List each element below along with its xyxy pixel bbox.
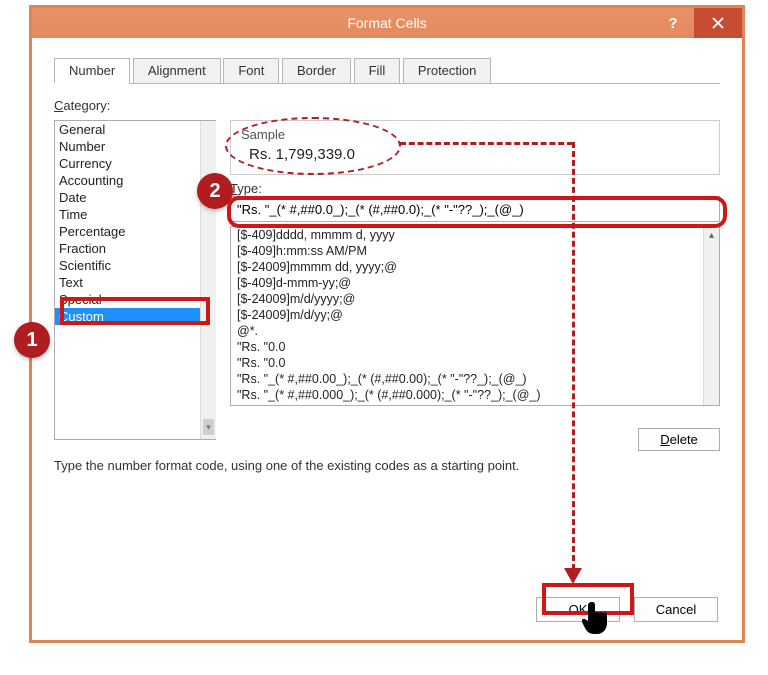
cat-date[interactable]: Date (55, 189, 216, 206)
cat-percentage[interactable]: Percentage (55, 223, 216, 240)
sample-value: Rs. 1,799,339.0 (249, 146, 709, 163)
format-scrollbar[interactable]: ▴ (703, 227, 719, 405)
list-item[interactable]: [$-409]d-mmm-yy;@ (231, 275, 719, 291)
cat-custom[interactable]: Custom (55, 308, 216, 325)
list-item[interactable]: "Rs. "_(* #,##0.000_);_(* (#,##0.000);_(… (231, 387, 719, 403)
close-button[interactable] (694, 8, 742, 38)
list-item[interactable]: [$-24009]m/d/yyyy;@ (231, 291, 719, 307)
cat-fraction[interactable]: Fraction (55, 240, 216, 257)
cat-general[interactable]: General (55, 121, 216, 138)
list-item[interactable]: "Rs. "_(* #,##0.00_);_(* (#,##0.00);_(* … (231, 371, 719, 387)
list-item[interactable]: [$-24009]m/d/yy;@ (231, 307, 719, 323)
tab-font[interactable]: Font (223, 58, 279, 83)
category-label: Category: (54, 98, 720, 113)
type-label: Type: (230, 181, 720, 196)
list-item[interactable]: @*. (231, 323, 719, 339)
scroll-up-icon: ▴ (704, 227, 719, 243)
titlebar: Format Cells ? (32, 8, 742, 38)
tab-fill[interactable]: Fill (354, 58, 401, 83)
tab-alignment[interactable]: Alignment (133, 58, 221, 83)
category-scrollbar[interactable]: ▾ (200, 121, 216, 439)
dialog-title: Format Cells (347, 15, 426, 31)
cat-time[interactable]: Time (55, 206, 216, 223)
cat-special[interactable]: Special (55, 291, 216, 308)
step-1-badge: 1 (14, 322, 50, 358)
cat-number[interactable]: Number (55, 138, 216, 155)
cancel-button[interactable]: Cancel (634, 597, 718, 622)
sample-label: Sample (241, 127, 709, 142)
tab-protection[interactable]: Protection (403, 58, 492, 83)
category-listbox[interactable]: General Number Currency Accounting Date … (54, 120, 216, 440)
list-item[interactable]: "Rs. "0.0 (231, 355, 719, 371)
hint-text: Type the number format code, using one o… (54, 458, 519, 473)
list-item[interactable]: "Rs. "0.0 (231, 339, 719, 355)
tabstrip: Number Alignment Font Border Fill Protec… (54, 58, 720, 84)
step-2-badge: 2 (197, 173, 233, 209)
format-cells-dialog: Format Cells ? Number Alignment Font Bor… (29, 5, 745, 643)
cat-text[interactable]: Text (55, 274, 216, 291)
delete-button[interactable]: Delete (638, 428, 720, 451)
tab-border[interactable]: Border (282, 58, 351, 83)
format-listbox[interactable]: [$-409]dddd, mmmm d, yyyy [$-409]h:mm:ss… (230, 226, 720, 406)
sample-panel: Sample Rs. 1,799,339.0 (230, 120, 720, 175)
cat-currency[interactable]: Currency (55, 155, 216, 172)
scroll-down-icon: ▾ (203, 419, 214, 435)
type-input[interactable] (230, 196, 720, 222)
ok-button[interactable]: OK (536, 597, 620, 622)
dashed-line-v (572, 142, 575, 570)
arrow-down-icon (564, 568, 582, 584)
list-item[interactable]: [$-24009]mmmm dd, yyyy;@ (231, 259, 719, 275)
tab-number[interactable]: Number (54, 58, 130, 84)
cat-accounting[interactable]: Accounting (55, 172, 216, 189)
list-item[interactable]: [$-409]h:mm:ss AM/PM (231, 243, 719, 259)
help-button[interactable]: ? (652, 8, 694, 38)
list-item[interactable]: [$-409]dddd, mmmm d, yyyy (231, 227, 719, 243)
close-icon (712, 17, 724, 29)
cat-scientific[interactable]: Scientific (55, 257, 216, 274)
dashed-line-h (400, 142, 573, 145)
